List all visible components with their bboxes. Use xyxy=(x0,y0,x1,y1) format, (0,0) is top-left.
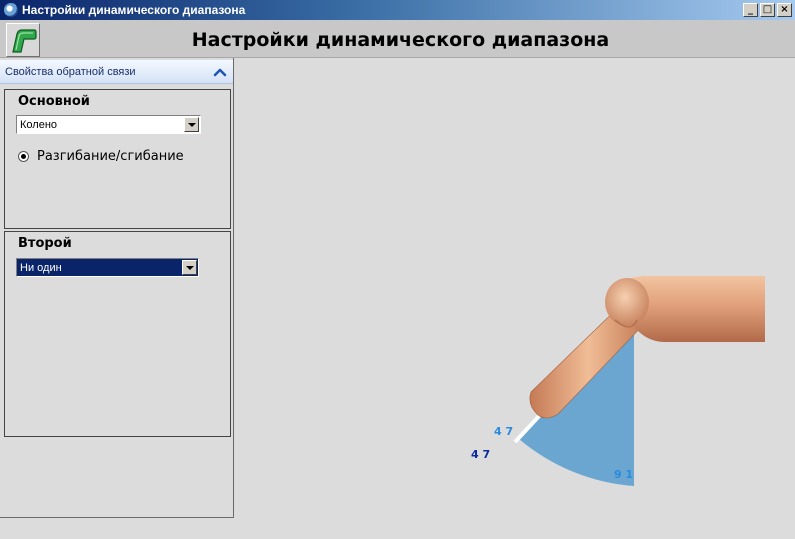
secondary-select-value: Ни один xyxy=(20,262,62,274)
knee-range-visualization: 4 7 4 7 9 1 xyxy=(471,276,765,486)
chevron-down-icon[interactable] xyxy=(184,117,199,132)
primary-legend: Основной xyxy=(18,94,90,109)
maximize-button[interactable]: □ xyxy=(760,3,775,17)
radio-button[interactable] xyxy=(18,151,29,162)
app-window: Настройки динамического диапазона _ □ × … xyxy=(0,0,795,539)
motion-radio-label: Разгибание/сгибание xyxy=(37,149,184,164)
title-bar[interactable]: Настройки динамического диапазона _ □ × xyxy=(0,0,795,20)
min-limit-outer-label: 4 7 xyxy=(471,448,490,461)
range-viewport[interactable]: 4 7 4 7 9 1 xyxy=(235,58,795,539)
joint-select[interactable]: Колено xyxy=(16,115,201,134)
joint-select-value: Колено xyxy=(20,119,58,131)
secondary-select[interactable]: Ни один xyxy=(16,258,199,277)
header-bar: Настройки динамического диапазона xyxy=(0,20,795,58)
secondary-group: Второй Ни один xyxy=(4,231,231,437)
minimize-button[interactable]: _ xyxy=(743,3,758,17)
feedback-properties-panel: Свойства обратной связи Основной Колено … xyxy=(0,58,234,518)
window-title: Настройки динамического диапазона xyxy=(22,3,246,17)
window-controls: _ □ × xyxy=(743,3,792,17)
secondary-legend: Второй xyxy=(18,236,72,251)
knee xyxy=(605,278,649,326)
close-button[interactable]: × xyxy=(777,3,792,17)
max-limit-label: 9 1 xyxy=(614,468,633,481)
motion-radio-option[interactable]: Разгибание/сгибание xyxy=(18,149,184,164)
chevron-up-icon[interactable] xyxy=(213,65,227,79)
page-title: Настройки динамического диапазона xyxy=(191,29,610,51)
chevron-down-icon[interactable] xyxy=(182,260,197,275)
primary-group: Основной Колено Разгибание/сгибание xyxy=(4,89,231,229)
panel-title: Свойства обратной связи xyxy=(5,66,136,78)
min-limit-inner-label: 4 7 xyxy=(494,425,513,438)
app-icon xyxy=(4,3,18,17)
panel-header[interactable]: Свойства обратной связи xyxy=(0,60,233,84)
